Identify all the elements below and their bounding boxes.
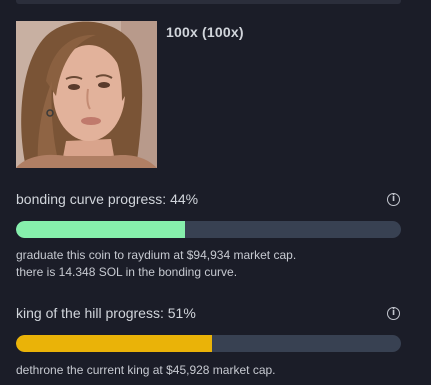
king-of-hill-progress-fill bbox=[16, 335, 213, 352]
coin-name: 100x (100x) bbox=[166, 24, 244, 40]
bonding-curve-description-line1: graduate this coin to raydium at $94,934… bbox=[16, 248, 297, 262]
info-icon[interactable]: i bbox=[387, 307, 400, 320]
coin-image bbox=[16, 21, 157, 168]
bonding-curve-progress-label: bonding curve progress: 44% bbox=[16, 191, 199, 207]
bonding-curve-progress-fill bbox=[16, 221, 186, 238]
bonding-curve-description-line2: there is 14.348 SOL in the bonding curve… bbox=[16, 265, 238, 279]
coin-progress-panel: 100x (100x) bonding curve progress: 44% … bbox=[0, 0, 431, 385]
king-of-hill-description: dethrone the current king at $45,928 mar… bbox=[16, 363, 276, 377]
top-divider bbox=[16, 0, 401, 4]
king-of-hill-progress-bar bbox=[16, 335, 401, 352]
bonding-curve-progress-bar bbox=[16, 221, 401, 238]
info-icon[interactable]: i bbox=[387, 193, 400, 206]
king-of-hill-progress-label: king of the hill progress: 51% bbox=[16, 305, 196, 321]
